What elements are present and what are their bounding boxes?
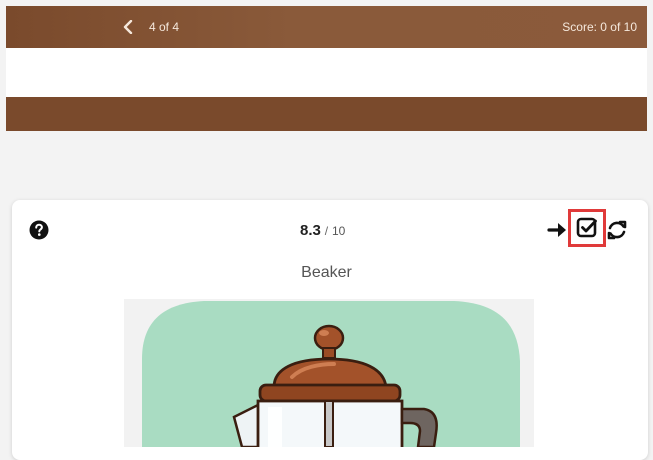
- french-press-illustration: [142, 301, 520, 447]
- help-button[interactable]: [29, 220, 49, 240]
- refresh-button[interactable]: [606, 219, 628, 241]
- card-score: 8.3 / 10: [300, 220, 345, 241]
- header-spacer: [6, 48, 647, 97]
- card-score-total: 10: [331, 224, 346, 238]
- card-word: Beaker: [301, 264, 352, 281]
- section-bar: [6, 97, 647, 131]
- card-image: [124, 299, 534, 447]
- progress-label: 4 of 4: [149, 20, 180, 34]
- refresh-icon: [607, 220, 627, 240]
- back-button[interactable]: [120, 18, 136, 36]
- chevron-left-icon: [123, 20, 133, 34]
- check-square-icon: [576, 217, 597, 238]
- question-circle-icon: [29, 220, 49, 240]
- arrow-right-icon: [547, 223, 566, 237]
- card-score-value: 8.3: [300, 222, 321, 239]
- score-label: Score: 0 of 10: [562, 20, 637, 34]
- check-answer-button[interactable]: [568, 209, 606, 247]
- next-button[interactable]: [547, 219, 569, 241]
- card-score-separator: /: [324, 224, 329, 238]
- top-nav-bar: 4 of 4 Score: 0 of 10: [6, 6, 647, 48]
